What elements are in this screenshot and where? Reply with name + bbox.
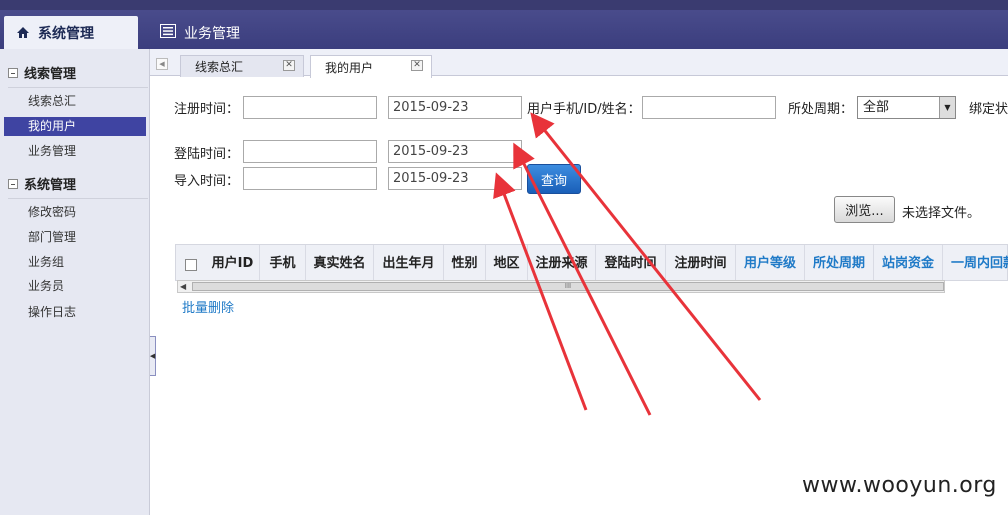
top-tab-business[interactable]: 业务管理	[148, 16, 240, 49]
column-header[interactable]: 注册来源	[528, 245, 596, 282]
column-header[interactable]: 登陆时间	[596, 245, 666, 282]
column-header[interactable]: 出生年月	[374, 245, 444, 282]
column-header[interactable]: 手机	[260, 245, 306, 282]
tab-my-users[interactable]: 我的用户 ✕	[310, 55, 432, 78]
watermark: www.wooyun.org	[802, 473, 997, 498]
scrollbar-thumb[interactable]: III	[192, 282, 944, 291]
batch-delete-link[interactable]: 批量删除	[182, 297, 234, 316]
chevron-down-icon[interactable]: ▼	[939, 97, 955, 118]
sidebar-collapse-handle[interactable]: ◀	[150, 336, 156, 376]
tab-label: 线索总汇	[195, 60, 244, 74]
sidebar-item-salespeople[interactable]: 业务员	[4, 277, 146, 296]
collapse-icon	[8, 178, 18, 189]
column-header[interactable]: 地区	[486, 245, 528, 282]
login-time-label: 登陆时间：	[174, 147, 240, 162]
table-header: 用户ID 手机 真实姓名 出生年月 性别 地区 注册来源 登陆时间 注册时间 用…	[175, 244, 1008, 282]
column-header-sortable[interactable]: 站岗资金	[874, 245, 943, 282]
period-select-value: 全部	[863, 100, 890, 115]
import-time-from-input[interactable]	[243, 167, 377, 190]
column-header[interactable]: 注册时间	[666, 245, 736, 282]
sidebar-group-label: 线索管理	[24, 67, 77, 82]
horizontal-scrollbar[interactable]: ◀ III	[177, 280, 945, 293]
top-bar-strip	[0, 0, 1008, 10]
sidebar-item-business-management[interactable]: 业务管理	[4, 142, 146, 161]
tab-scroll-left-button[interactable]: ◀	[156, 58, 168, 70]
reg-time-to-input[interactable]	[388, 96, 522, 119]
column-header-sortable[interactable]: 所处周期	[805, 245, 874, 282]
top-tab-system[interactable]: 系统管理	[4, 16, 138, 49]
bind-status-label: 绑定状	[969, 102, 1008, 117]
period-label: 所处周期：	[788, 102, 854, 117]
column-header[interactable]: 用户ID	[206, 245, 260, 282]
user-search-label: 用户手机/ID/姓名：	[527, 102, 641, 117]
column-header[interactable]: 性别	[444, 245, 486, 282]
browse-button[interactable]: 浏览...	[834, 196, 895, 223]
top-tab-system-label: 系统管理	[38, 25, 94, 42]
sidebar-group-system[interactable]: 系统管理	[8, 174, 148, 199]
close-icon[interactable]: ✕	[411, 60, 423, 71]
column-header-sortable[interactable]: 一周内回款	[943, 245, 1008, 282]
column-header[interactable]: 真实姓名	[306, 245, 374, 282]
import-time-to-input[interactable]	[388, 167, 522, 190]
sidebar-item-change-password[interactable]: 修改密码	[4, 203, 146, 222]
tab-clue-summary[interactable]: 线索总汇 ✕	[180, 55, 304, 77]
login-time-from-input[interactable]	[243, 140, 377, 163]
collapse-icon	[8, 67, 18, 78]
sidebar-item-business-groups[interactable]: 业务组	[4, 253, 146, 272]
home-icon	[16, 26, 30, 40]
close-icon[interactable]: ✕	[283, 60, 295, 71]
tab-label: 我的用户	[325, 60, 374, 75]
file-status: 未选择文件。	[902, 206, 981, 221]
user-search-input[interactable]	[642, 96, 776, 119]
import-time-label: 导入时间：	[174, 174, 240, 189]
sidebar-item-clue-summary[interactable]: 线索总汇	[4, 92, 146, 111]
column-header-sortable[interactable]: 用户等级	[736, 245, 805, 282]
list-icon	[160, 23, 176, 42]
scroll-left-icon[interactable]: ◀	[180, 281, 186, 292]
query-button[interactable]: 查询	[527, 164, 581, 194]
select-all-checkbox[interactable]	[185, 259, 197, 271]
reg-time-from-input[interactable]	[243, 96, 377, 119]
sidebar-group-clues[interactable]: 线索管理	[8, 63, 148, 88]
sidebar-item-operation-log[interactable]: 操作日志	[4, 303, 146, 322]
sidebar-item-my-users[interactable]: 我的用户	[4, 117, 146, 136]
sidebar-group-label: 系统管理	[24, 178, 77, 193]
sidebar-item-departments[interactable]: 部门管理	[4, 228, 146, 247]
login-time-to-input[interactable]	[388, 140, 522, 163]
period-select[interactable]: 全部 ▼	[857, 96, 956, 119]
top-tab-business-label: 业务管理	[184, 25, 240, 42]
reg-time-label: 注册时间：	[174, 102, 240, 117]
arrow-to-import-time	[493, 172, 588, 411]
